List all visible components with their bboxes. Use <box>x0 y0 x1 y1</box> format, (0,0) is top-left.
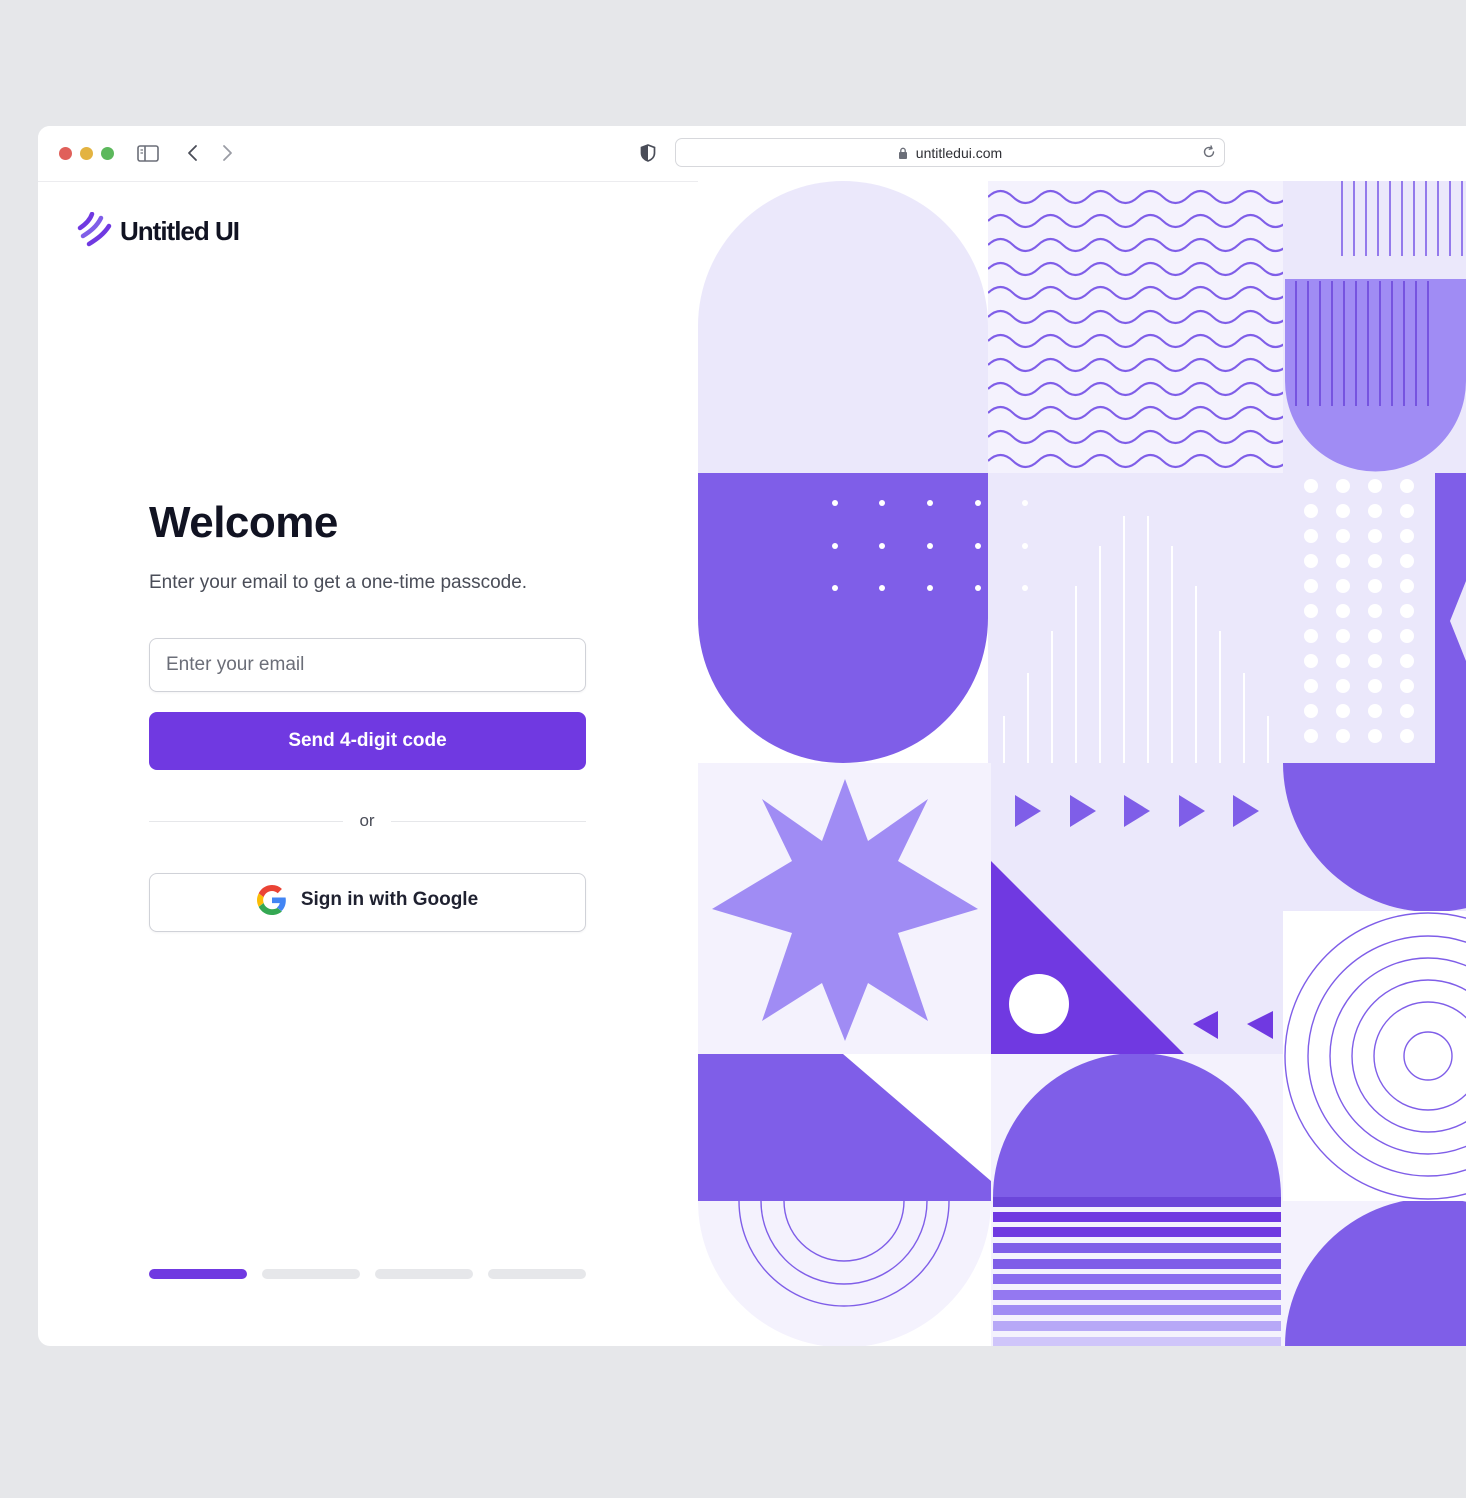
privacy-shield-icon[interactable] <box>636 141 660 165</box>
brand-logomark-icon <box>77 211 112 247</box>
browser-window: untitledui.com Untitled UI Welcome Enter… <box>38 126 1466 1346</box>
starburst-shape <box>698 763 991 1054</box>
browser-toolbar: untitledui.com <box>38 126 1466 182</box>
sidebar-toggle-icon[interactable] <box>136 141 160 165</box>
dome-with-stripes <box>991 1054 1283 1346</box>
page-title: Welcome <box>149 498 338 547</box>
brand-name: Untitled UI <box>120 216 240 246</box>
wave-pattern <box>988 181 1283 473</box>
progress-step-3 <box>375 1269 473 1279</box>
half-circle-shape <box>1283 763 1466 911</box>
google-icon <box>256 884 286 915</box>
page-subtitle: Enter your email to get a one-time passc… <box>149 572 528 593</box>
address-bar-url: untitledui.com <box>915 145 1003 161</box>
dot-grid-pattern <box>1283 473 1466 763</box>
close-window-button[interactable] <box>59 147 72 160</box>
lock-icon <box>898 146 908 162</box>
brand-logo[interactable]: Untitled UI <box>76 211 240 248</box>
corner-dome-shape <box>1283 1201 1466 1346</box>
forward-arrow-icon[interactable] <box>215 141 239 165</box>
zoom-window-button[interactable] <box>101 147 114 160</box>
progress-step-4 <box>488 1269 586 1279</box>
triangles-pattern <box>991 763 1283 1054</box>
pill-shape-top <box>698 181 988 473</box>
google-button-label: Sign in with Google <box>300 888 479 910</box>
minimize-window-button[interactable] <box>80 147 93 160</box>
divider-text: or <box>359 811 375 830</box>
divider-line-right <box>391 821 586 822</box>
reload-icon[interactable] <box>1202 145 1216 164</box>
vertical-lines-pattern <box>988 473 1283 763</box>
concentric-circles <box>1283 911 1466 1201</box>
slanted-block-with-arcs <box>698 1054 991 1346</box>
email-input[interactable] <box>149 638 586 692</box>
back-arrow-icon[interactable] <box>181 141 205 165</box>
progress-step-1 <box>149 1269 247 1279</box>
striped-half-circle <box>1283 181 1466 473</box>
divider-line-left <box>149 821 343 822</box>
address-bar[interactable]: untitledui.com <box>675 138 1225 167</box>
progress-step-2 <box>262 1269 360 1279</box>
google-sign-in-button[interactable]: Sign in with Google <box>149 873 586 932</box>
send-code-button[interactable]: Send 4-digit code <box>149 712 586 770</box>
pill-shape-bottom <box>698 473 988 763</box>
decorative-pattern-artwork <box>698 181 1466 1346</box>
